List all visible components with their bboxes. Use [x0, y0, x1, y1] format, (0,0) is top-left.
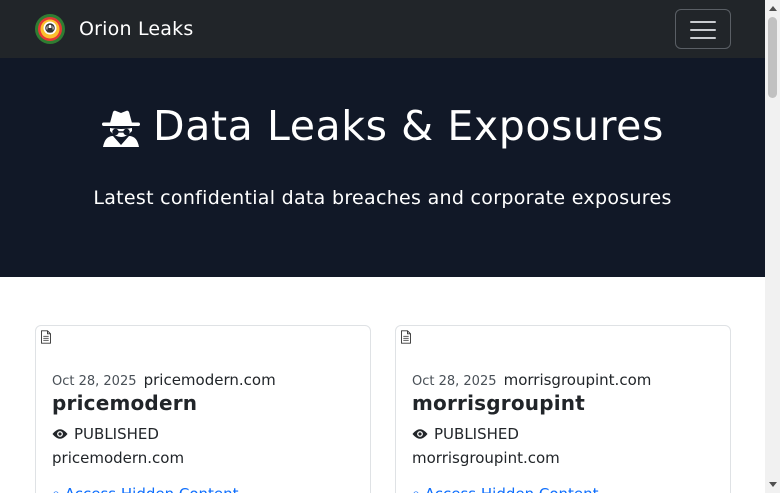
user-secret-icon	[102, 110, 141, 147]
card-meta: Oct 28, 2025 morrisgroupint.com	[412, 370, 651, 389]
navbar-toggle-button[interactable]	[675, 9, 731, 49]
orion-logo-icon	[35, 14, 65, 44]
page-title-text: Data Leaks & Exposures	[153, 102, 664, 150]
access-content-link[interactable]: 🔒︎ Access Hidden Content	[412, 485, 599, 493]
status-badge: PUBLISHED	[412, 425, 519, 443]
hamburger-menu-icon	[690, 21, 716, 23]
scrollbar-thumb[interactable]	[768, 17, 777, 98]
eye-icon	[412, 429, 428, 439]
card-title: morrisgroupint	[412, 391, 585, 415]
card-date: Oct 28, 2025	[52, 374, 137, 389]
card-domain: pricemodern.com	[143, 371, 276, 389]
leak-card[interactable]: Oct 28, 2025 pricemodern.com pricemodern…	[35, 325, 371, 493]
leak-card[interactable]: Oct 28, 2025 morrisgroupint.com morrisgr…	[395, 325, 731, 493]
card-url: morrisgroupint.com	[412, 449, 560, 467]
vertical-scrollbar[interactable]	[765, 0, 780, 493]
access-content-label: Access Hidden Content	[65, 485, 239, 493]
card-url: pricemodern.com	[52, 449, 185, 467]
document-icon	[401, 330, 411, 344]
page: Orion Leaks Data Leaks & Exposures Lates…	[0, 0, 765, 493]
status-text: PUBLISHED	[434, 425, 519, 443]
scroll-down-arrow-icon[interactable]	[769, 482, 777, 487]
scroll-up-arrow-icon[interactable]	[769, 6, 777, 11]
brand-name: Orion Leaks	[79, 18, 194, 40]
page-title: Data Leaks & Exposures	[0, 106, 765, 147]
brand-link[interactable]: Orion Leaks	[34, 13, 193, 45]
access-content-label: Access Hidden Content	[425, 485, 599, 493]
card-meta: Oct 28, 2025 pricemodern.com	[52, 370, 276, 389]
document-icon	[41, 330, 51, 344]
card-title: pricemodern	[52, 391, 198, 415]
card-date: Oct 28, 2025	[412, 374, 497, 389]
access-content-link[interactable]: 🔒︎ Access Hidden Content	[52, 485, 239, 493]
status-badge: PUBLISHED	[52, 425, 159, 443]
hero-section: Data Leaks & Exposures Latest confidenti…	[0, 58, 765, 277]
top-navbar: Orion Leaks	[0, 0, 765, 58]
lock-icon: 🔒︎	[52, 485, 60, 493]
lock-icon: 🔒︎	[412, 485, 420, 493]
eye-icon	[52, 429, 68, 439]
card-domain: morrisgroupint.com	[503, 371, 652, 389]
page-subtitle: Latest confidential data breaches and co…	[93, 187, 672, 209]
status-text: PUBLISHED	[74, 425, 159, 443]
